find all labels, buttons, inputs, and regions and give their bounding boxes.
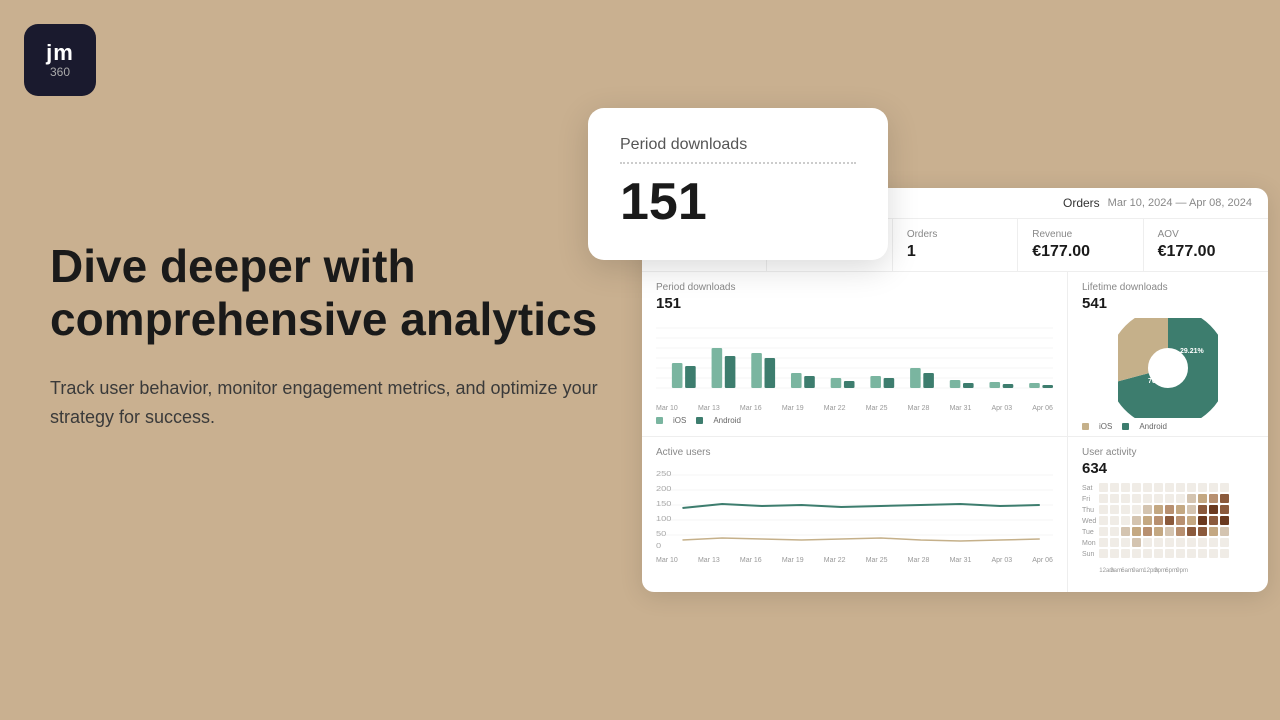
heatmap-svg [1099, 483, 1249, 563]
svg-text:100: 100 [656, 515, 672, 523]
floating-card-value: 151 [620, 172, 856, 232]
legend-android: Android [713, 416, 741, 425]
svg-text:250: 250 [656, 470, 672, 478]
active-users-chart-title: Active users [656, 447, 1053, 458]
period-downloads-chart: Period downloads 151 [642, 272, 1068, 436]
svg-text:200: 200 [656, 485, 672, 493]
svg-text:29.21%: 29.21% [1180, 348, 1205, 355]
pie-legend: iOS Android [1082, 422, 1254, 431]
user-activity-chart: User activity 634 Sat Fri Thu Wed Tue Mo… [1068, 437, 1268, 592]
svg-text:70.79%: 70.79% [1148, 378, 1173, 385]
line-chart-x-labels: Mar 10Mar 13Mar 16Mar 19Mar 22Mar 25Mar … [656, 557, 1053, 564]
user-activity-value: 634 [1082, 460, 1254, 477]
bar-chart-legend: iOS Android [656, 416, 1053, 425]
logo-jm: jm [46, 41, 74, 65]
svg-text:50: 50 [656, 530, 667, 538]
charts-row-1: Period downloads 151 [642, 272, 1268, 437]
floating-period-downloads-card: Period downloads 151 [588, 108, 888, 260]
floating-card-title: Period downloads [620, 136, 856, 164]
line-chart-svg: 250 200 150 100 50 0 [656, 460, 1053, 550]
svg-text:0: 0 [656, 542, 662, 550]
stat-revenue: Revenue €177.00 [1018, 219, 1143, 271]
stat-label-3: Revenue [1032, 229, 1128, 240]
pie-chart-svg: 29.21% 70.79% [1118, 318, 1218, 418]
stat-aov: AOV €177.00 [1144, 219, 1268, 271]
stat-value-2: 1 [907, 243, 1003, 261]
heatmap-wrapper: Sat Fri Thu Wed Tue Mon Sun [1082, 483, 1254, 574]
stat-label-2: Orders [907, 229, 1003, 240]
stat-label-4: AOV [1158, 229, 1254, 240]
period-downloads-chart-title: Period downloads [656, 282, 1053, 293]
bar-chart-x-labels: Mar 10Mar 13Mar 16Mar 19Mar 22Mar 25Mar … [656, 405, 1053, 412]
legend-ios: iOS [673, 416, 686, 425]
active-users-chart: Active users 250 200 150 100 50 0 [642, 437, 1068, 592]
pie-chart-container: 29.21% 70.79% [1082, 318, 1254, 418]
period-downloads-chart-value: 151 [656, 295, 1053, 312]
pie-legend-ios: iOS [1099, 422, 1112, 431]
svg-text:150: 150 [656, 500, 672, 508]
stat-value-3: €177.00 [1032, 243, 1128, 261]
stat-orders: Orders 1 [893, 219, 1018, 271]
bar-chart-svg [656, 318, 1053, 398]
dashboard-date-range: Mar 10, 2024 — Apr 08, 2024 [1108, 197, 1252, 209]
lifetime-downloads-chart: Lifetime downloads 541 29.21% 70.79% iOS… [1068, 272, 1268, 436]
bar-chart-container: Mar 10Mar 13Mar 16Mar 19Mar 22Mar 25Mar … [656, 318, 1053, 413]
user-activity-title: User activity [1082, 447, 1254, 458]
logo-360: 360 [50, 65, 70, 79]
logo: jm 360 [24, 24, 96, 96]
charts-row-2: Active users 250 200 150 100 50 0 [642, 437, 1268, 592]
heatmap-row-labels: Sat Fri Thu Wed Tue Mon Sun [1082, 483, 1096, 574]
pie-legend-android: Android [1139, 422, 1167, 431]
lifetime-chart-title: Lifetime downloads [1082, 282, 1254, 293]
hero-content: Dive deeper with comprehensive analytics… [50, 240, 610, 431]
dashboard-orders-label: Orders [1063, 196, 1100, 210]
hero-subtext: Track user behavior, monitor engagement … [50, 374, 610, 432]
lifetime-chart-value: 541 [1082, 295, 1254, 312]
heatmap-grid-container: 12am 3am 6am 9am 12pm 3pm 6pm 9pm [1099, 483, 1249, 574]
hero-headline: Dive deeper with comprehensive analytics [50, 240, 610, 346]
heatmap-col-labels: 12am 3am 6am 9am 12pm 3pm 6pm 9pm [1099, 568, 1249, 574]
stat-value-4: €177.00 [1158, 243, 1254, 261]
